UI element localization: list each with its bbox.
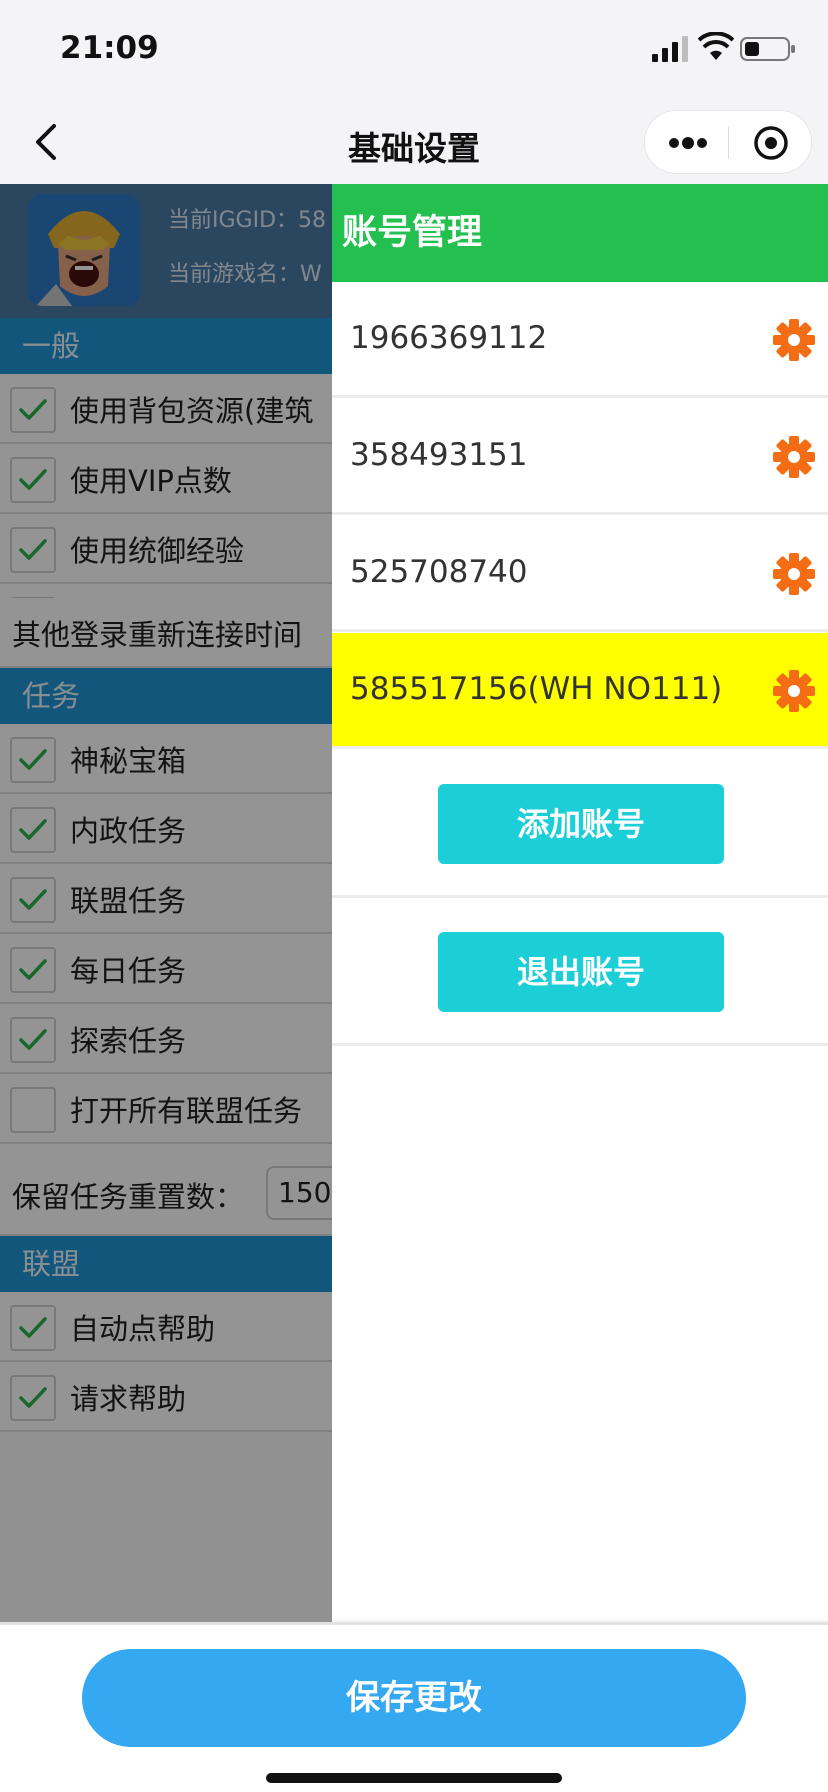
home-indicator: [266, 1773, 562, 1783]
account-id: 1966369112: [350, 320, 548, 356]
account-id: 585517156(WH NO111): [350, 671, 723, 707]
status-time: 21:09: [60, 30, 159, 66]
account-id: 525708740: [350, 554, 528, 590]
gear-icon[interactable]: [772, 669, 816, 713]
account-item[interactable]: 525708740: [332, 516, 828, 632]
target-icon[interactable]: [753, 125, 789, 161]
save-button[interactable]: 保存更改: [82, 1649, 746, 1747]
logout-row: 退出账号: [332, 898, 828, 1046]
mini-program-capsule: [644, 110, 812, 174]
drawer-backdrop[interactable]: [0, 184, 332, 1622]
gear-icon[interactable]: [772, 318, 816, 362]
drawer-title: 账号管理: [332, 184, 828, 282]
gear-icon[interactable]: [772, 435, 816, 479]
account-item[interactable]: 585517156(WH NO111): [332, 633, 828, 749]
add-account-row: 添加账号: [332, 750, 828, 898]
more-dots-icon[interactable]: [667, 131, 709, 155]
signal-icon: [652, 36, 688, 62]
gear-icon[interactable]: [772, 552, 816, 596]
account-id: 358493151: [350, 437, 528, 473]
battery-icon: [740, 37, 795, 61]
nav-bar: 基础设置: [0, 100, 828, 184]
logout-button[interactable]: 退出账号: [438, 932, 724, 1012]
bottom-bar: 保存更改: [0, 1622, 828, 1792]
wifi-icon: [698, 32, 734, 60]
account-item[interactable]: 358493151: [332, 399, 828, 515]
capsule-divider: [728, 127, 729, 159]
add-account-button[interactable]: 添加账号: [438, 784, 724, 864]
account-drawer: 账号管理 1966369112 358493151 525708740 5855171…: [332, 184, 828, 1620]
status-bar: 21:09: [0, 0, 828, 100]
account-item[interactable]: 1966369112: [332, 282, 828, 398]
